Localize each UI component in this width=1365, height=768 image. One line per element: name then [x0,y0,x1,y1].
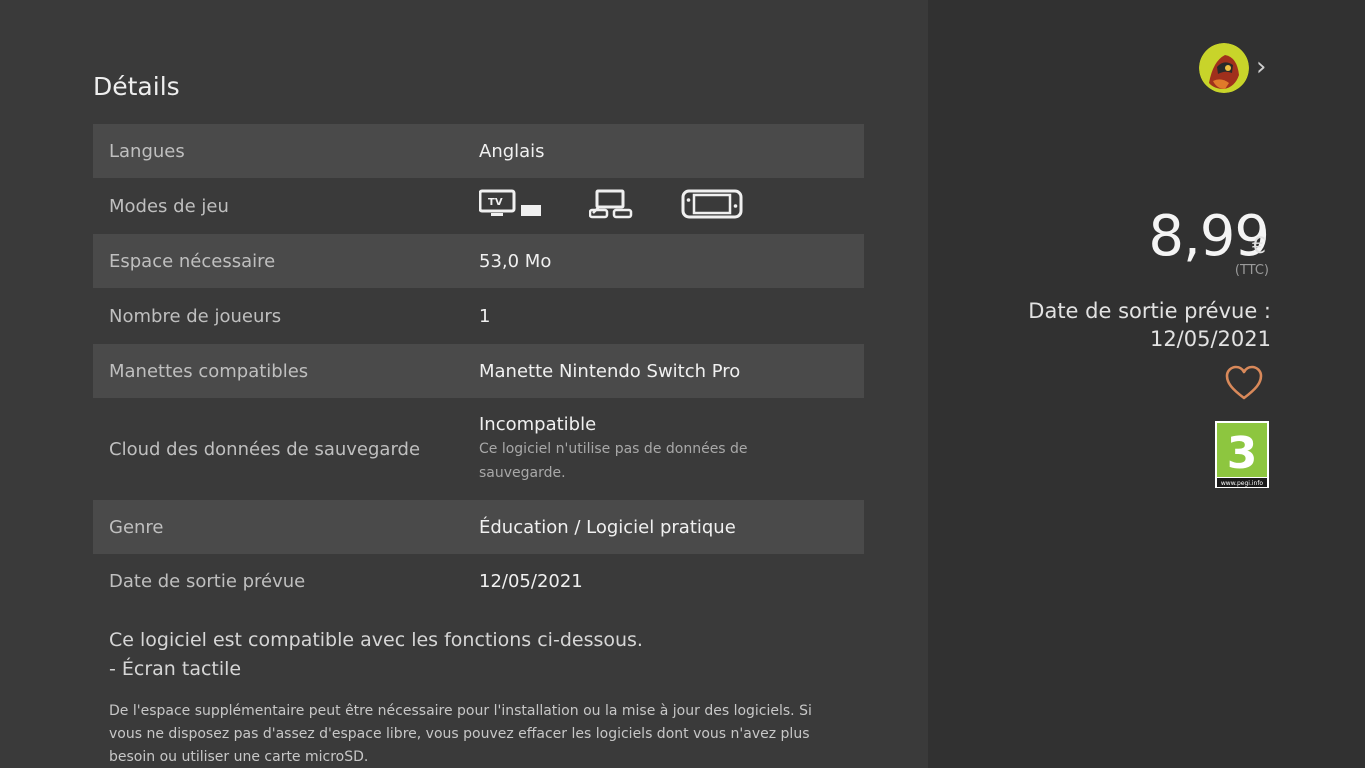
price: 8,99 [1148,204,1270,269]
pegi-site: www.pegi.info [1221,480,1264,487]
row-value: 1 [479,305,491,327]
row-value: Manette Nintendo Switch Pro [479,360,741,382]
tv-mode-icon: TV [478,189,543,224]
table-row-genre: Genre Éducation / Logiciel pratique [93,500,864,554]
compatible-features: Ce logiciel est compatible avec les fonc… [109,626,643,684]
table-row-languages: Langues Anglais [93,124,864,178]
release-date: 12/05/2021 [1149,327,1271,351]
row-label: Date de sortie prévue [109,570,306,592]
table-row-cloud-save: Cloud des données de sauvegarde Incompat… [93,398,864,500]
table-row-storage: Espace nécessaire 53,0 Mo [93,234,864,288]
table-row-controllers: Manettes compatibles Manette Nintendo Sw… [93,344,864,398]
table-row-players: Nombre de joueurs 1 [93,288,864,344]
row-value: Éducation / Logiciel pratique [479,516,736,538]
row-label: Cloud des données de sauvegarde [109,438,421,460]
pegi-rating-number: 3 [1227,428,1258,479]
tabletop-mode-icon [588,189,635,224]
row-label: Modes de jeu [109,195,229,217]
svg-text:TV: TV [488,197,503,208]
row-value: Anglais [479,140,545,162]
release-label: Date de sortie prévue : [1028,299,1271,323]
handheld-mode-icon [681,189,743,224]
tax-note: (TTC) [1234,263,1269,278]
row-label: Langues [109,140,185,162]
row-label: Espace nécessaire [109,250,276,272]
user-avatar[interactable] [1199,43,1249,93]
sidebar-release: Date de sortie prévue : 12/05/2021 [1028,297,1271,353]
table-row-play-modes: Modes de jeu TV [93,178,864,234]
row-value-group: Incompatible Ce logiciel n'utilise pas d… [479,414,864,485]
storage-disclaimer: De l'espace supplémentaire peut être néc… [109,703,812,765]
price-currency: € [1252,234,1266,259]
row-value: Incompatible [479,413,597,435]
details-table: Langues Anglais Modes de jeu TV Espace n… [93,124,864,608]
eshop-details-screen: Détails Langues Anglais Modes de jeu TV [0,0,1365,768]
row-value: 12/05/2021 [479,570,583,592]
row-value-note: Ce logiciel n'utilise pas de données de … [479,440,748,481]
section-title: Détails [93,72,180,101]
purchase-sidebar [928,0,1365,768]
row-label: Genre [109,516,164,538]
wishlist-heart-icon[interactable] [1224,364,1264,402]
feature-touchscreen: - Écran tactile [109,658,242,680]
pegi-rating-badge: 3 www.pegi.info [1215,421,1269,488]
row-value: 53,0 Mo [479,250,552,272]
table-row-release-date: Date de sortie prévue 12/05/2021 [93,554,864,608]
chevron-right-icon[interactable]: › [1256,54,1266,80]
details-panel: Détails Langues Anglais Modes de jeu TV [0,0,928,768]
play-modes: TV [478,189,864,224]
features-intro: Ce logiciel est compatible avec les fonc… [109,629,643,651]
row-label: Manettes compatibles [109,360,309,382]
row-label: Nombre de joueurs [109,305,282,327]
